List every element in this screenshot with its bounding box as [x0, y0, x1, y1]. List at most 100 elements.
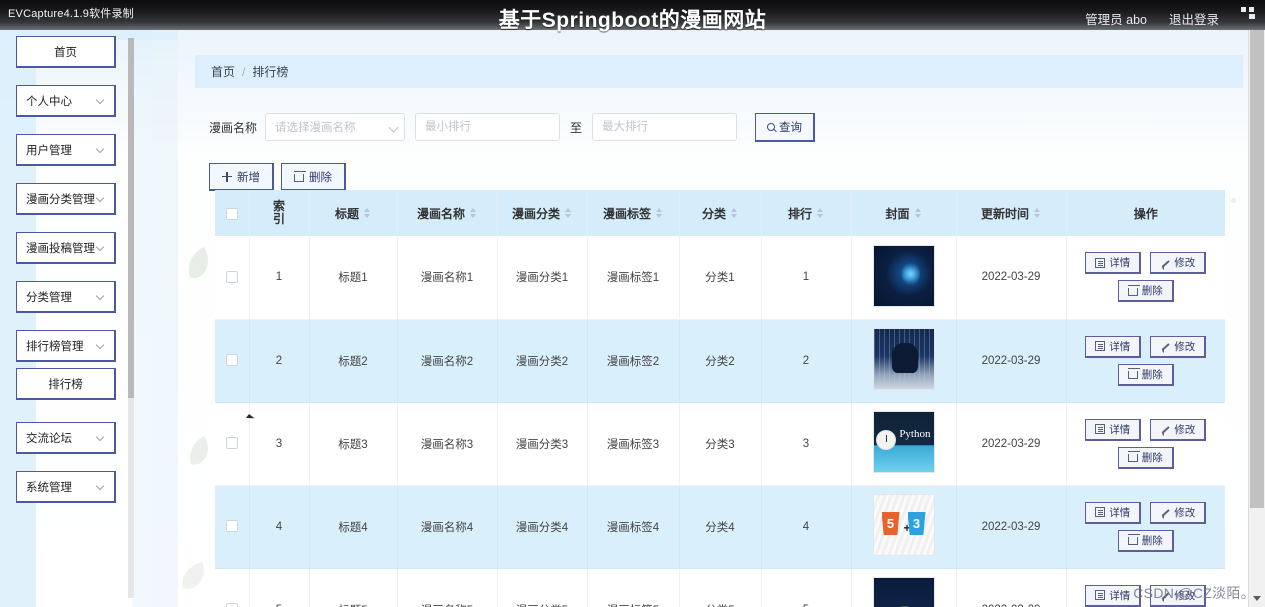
column-comic-category-label: 漫画分类	[511, 206, 560, 221]
bg-strip	[152, 30, 178, 607]
row-checkbox[interactable]	[225, 520, 238, 533]
column-category[interactable]: 分类	[679, 190, 762, 236]
sort-icon[interactable]	[469, 206, 477, 220]
sidebar-item-category-management[interactable]: 分类管理	[16, 281, 116, 313]
batch-delete-button[interactable]: 删除	[281, 163, 346, 191]
max-rank-input[interactable]	[592, 113, 738, 141]
sidebar-scrollbar[interactable]	[128, 38, 134, 598]
cell-cover: Python	[851, 402, 957, 486]
detail-button[interactable]: 详情	[1085, 335, 1142, 358]
row-checkbox[interactable]	[225, 603, 238, 607]
sort-icon[interactable]	[1033, 206, 1041, 220]
column-comic-category[interactable]: 漫画分类	[497, 190, 588, 236]
sidebar-item-user-management[interactable]: 用户管理	[16, 134, 116, 166]
breadcrumb-home[interactable]: 首页	[211, 63, 235, 80]
select-all-checkbox[interactable]	[225, 207, 238, 220]
cover-thumbnail[interactable]	[872, 244, 935, 307]
cover-thumbnail[interactable]	[872, 577, 935, 607]
sidebar-item-ranking[interactable]: 排行榜	[16, 368, 116, 400]
sidebar-item-ranking-management[interactable]: 排行榜管理	[16, 330, 116, 362]
cell-select	[215, 402, 250, 486]
sidebar-item-forum[interactable]: 交流论坛	[16, 422, 116, 454]
comic-name-select[interactable]: 请选择漫画名称	[265, 113, 406, 141]
column-rank[interactable]: 排行	[761, 190, 852, 236]
edit-button-label: 修改	[1174, 589, 1196, 602]
detail-button-label: 详情	[1109, 423, 1131, 436]
cover-thumbnail[interactable]	[872, 328, 935, 390]
cell-comic-category: 漫画分类5	[497, 568, 588, 607]
detail-button-label: 详情	[1109, 506, 1131, 519]
column-title[interactable]: 标题	[309, 190, 398, 236]
cell-comic-name: 漫画名称5	[397, 568, 498, 607]
edit-button-label: 修改	[1174, 257, 1196, 270]
detail-button[interactable]: 详情	[1085, 584, 1142, 607]
cell-category: 分类5	[679, 568, 762, 607]
table-body: 1 标题1 漫画名称1 漫画分类1 漫画标签1 分类1 1 2022-03-29	[215, 236, 1225, 607]
delete-button[interactable]: 删除	[1117, 280, 1174, 303]
edit-button[interactable]: 修改	[1150, 584, 1207, 607]
sort-icon[interactable]	[363, 206, 371, 220]
document-icon	[1095, 424, 1106, 434]
add-button-label: 新增	[237, 171, 260, 184]
column-update-time[interactable]: 更新时间	[956, 190, 1067, 236]
sidebar-item-home[interactable]: 首页	[16, 36, 116, 68]
column-comic-tag[interactable]: 漫画标签	[587, 190, 680, 236]
edit-button[interactable]: 修改	[1150, 252, 1207, 275]
pencil-icon	[1160, 590, 1170, 602]
cell-update-time: 2022-03-29	[956, 236, 1067, 320]
delete-button[interactable]: 删除	[1117, 363, 1174, 386]
cell-index: 5	[249, 568, 310, 607]
page-scrollbar[interactable]	[1248, 30, 1265, 607]
filter-bar: 漫画名称 请选择漫画名称 至 查询	[195, 106, 1243, 148]
sort-icon[interactable]	[564, 206, 572, 220]
sort-icon[interactable]	[816, 206, 824, 220]
detail-button-label: 详情	[1109, 340, 1131, 353]
sidebar-item-personal-center[interactable]: 个人中心	[16, 85, 116, 117]
row-checkbox[interactable]	[225, 354, 238, 367]
table-row: 2 标题2 漫画名称2 漫画分类2 漫画标签2 分类2 2 2022-03-29	[215, 319, 1225, 403]
page-scrollbar-thumb[interactable]	[1250, 30, 1264, 508]
add-button[interactable]: 新增	[209, 163, 274, 191]
batch-delete-button-label: 删除	[309, 171, 332, 184]
window-grip-icon[interactable]	[1241, 7, 1255, 19]
sort-icon[interactable]	[730, 206, 738, 220]
chevron-down-icon	[96, 341, 105, 350]
cell-cover	[851, 319, 957, 403]
sidebar-item-comic-category-management[interactable]: 漫画分类管理	[16, 183, 116, 215]
sidebar-item-label: 系统管理	[26, 481, 72, 494]
detail-button[interactable]: 详情	[1085, 501, 1142, 524]
logout-link[interactable]: 退出登录	[1169, 9, 1219, 28]
detail-button[interactable]: 详情	[1085, 252, 1142, 275]
edit-button[interactable]: 修改	[1150, 501, 1207, 524]
column-comic-tag-label: 漫画标签	[602, 206, 651, 221]
scroll-down-arrow-icon[interactable]	[1253, 596, 1261, 601]
sort-icon[interactable]	[914, 206, 922, 220]
pencil-icon	[1160, 341, 1170, 353]
ranking-table-container: 索 引 标题 漫画名称 漫画分类 漫画标签 分类 排行 封面 更新时间 操作 1…	[215, 190, 1225, 607]
cell-title: 标题1	[309, 236, 398, 320]
sort-icon[interactable]	[655, 206, 663, 220]
column-comic-name[interactable]: 漫画名称	[397, 190, 498, 236]
chevron-down-icon	[96, 243, 105, 252]
min-rank-input[interactable]	[415, 113, 561, 141]
delete-button[interactable]: 删除	[1117, 529, 1174, 552]
sidebar-scrollbar-thumb[interactable]	[128, 38, 134, 398]
edit-button[interactable]: 修改	[1150, 418, 1207, 441]
sidebar-item-system-management[interactable]: 系统管理	[16, 471, 116, 503]
edit-button[interactable]: 修改	[1150, 335, 1207, 358]
pencil-icon	[1160, 258, 1170, 270]
query-button[interactable]: 查询	[755, 112, 816, 142]
row-checkbox[interactable]	[225, 271, 238, 284]
row-checkbox[interactable]	[225, 437, 238, 450]
cover-thumbnail[interactable]: Python	[872, 411, 935, 473]
column-cover[interactable]: 封面	[851, 190, 957, 236]
recorder-label: EVCapture4.1.9软件录制	[8, 8, 134, 20]
detail-button[interactable]: 详情	[1085, 418, 1142, 441]
table-toolbar: 新增 删除	[209, 163, 346, 191]
cover-thumbnail[interactable]: 5 + 3	[872, 494, 935, 556]
sidebar-item-comic-submission-management[interactable]: 漫画投稿管理	[16, 232, 116, 264]
cell-cover	[851, 568, 957, 607]
delete-button-label: 删除	[1141, 285, 1163, 298]
admin-label: 管理员 abo	[1085, 13, 1147, 27]
delete-button[interactable]: 删除	[1117, 446, 1174, 469]
